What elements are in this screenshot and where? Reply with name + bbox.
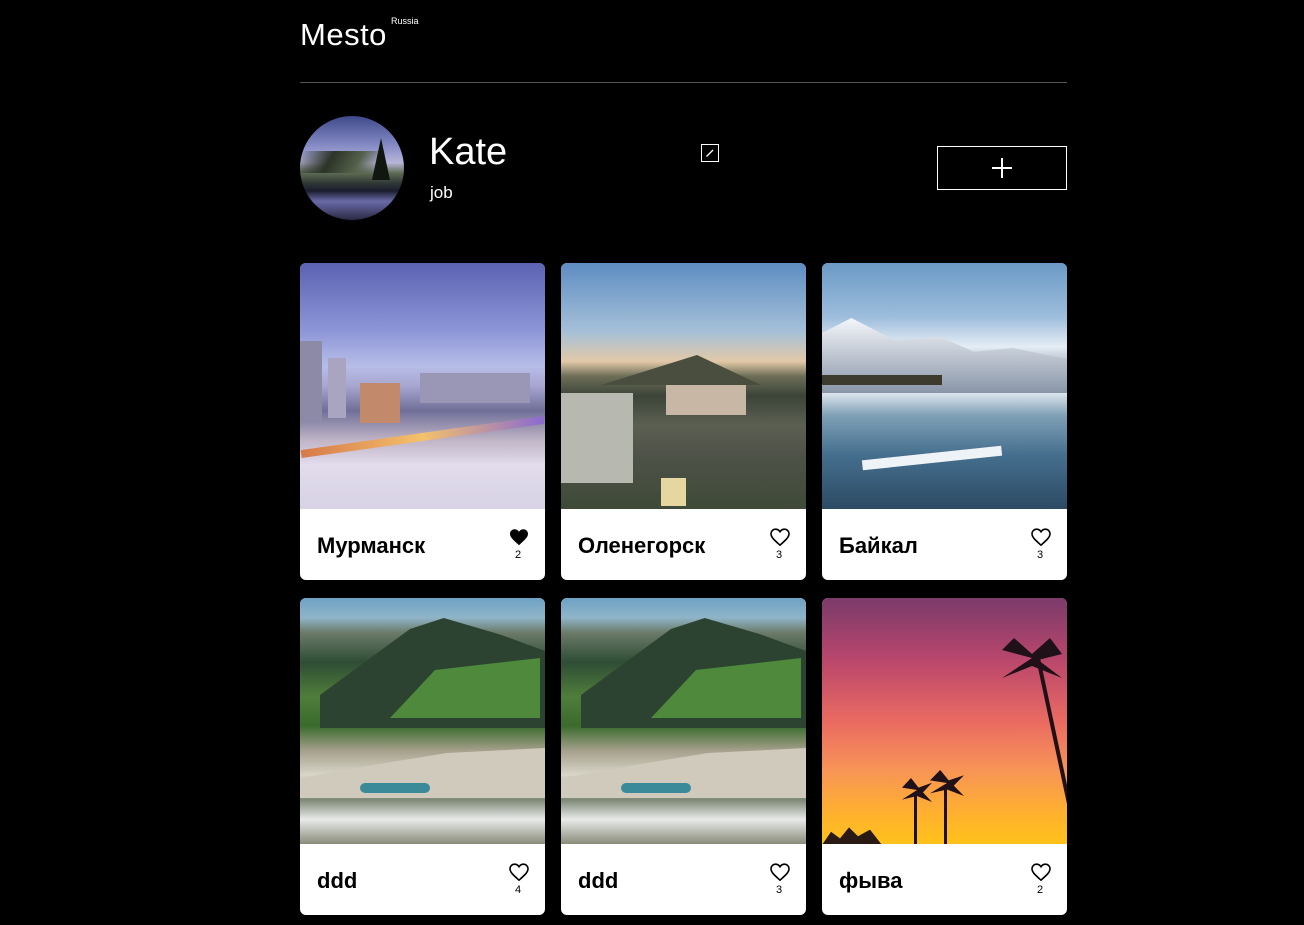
heart-icon xyxy=(770,863,790,882)
card: ddd 3 xyxy=(561,598,806,915)
scene-detail xyxy=(666,385,746,415)
card-image[interactable] xyxy=(822,598,1067,844)
like-count: 3 xyxy=(1036,549,1044,561)
card-title: ddd xyxy=(317,868,358,893)
like-group: 3 xyxy=(770,863,790,896)
like-count: 2 xyxy=(514,549,522,561)
card: Оленегорск 3 xyxy=(561,263,806,580)
like-button[interactable] xyxy=(1031,863,1051,882)
scene-detail xyxy=(300,341,322,421)
like-button[interactable] xyxy=(509,528,529,546)
scene-detail xyxy=(944,788,947,844)
edit-profile-button[interactable] xyxy=(701,144,719,162)
like-count: 3 xyxy=(775,884,783,896)
avatar-tree xyxy=(372,138,390,180)
scene-detail xyxy=(328,358,346,418)
scene-detail xyxy=(822,375,942,385)
scene-detail xyxy=(1036,657,1067,844)
scene-detail xyxy=(561,393,633,483)
plus-icon xyxy=(992,158,1012,178)
logo-region: Russia xyxy=(391,16,419,26)
scene-detail xyxy=(360,383,400,423)
like-group: 3 xyxy=(1031,528,1051,561)
heart-icon xyxy=(509,863,529,882)
card: Мурманск 2 xyxy=(300,263,545,580)
heart-icon xyxy=(1031,528,1051,547)
like-group: 2 xyxy=(1031,863,1051,896)
like-count: 2 xyxy=(1036,884,1044,896)
card-image[interactable] xyxy=(561,263,806,509)
card-image[interactable] xyxy=(300,263,545,509)
header: Mesto Russia xyxy=(300,0,1067,83)
card-title: ddd xyxy=(578,868,619,893)
heart-icon xyxy=(1031,863,1051,882)
card-title: Мурманск xyxy=(317,533,426,558)
scene-detail xyxy=(902,778,932,802)
scene-detail xyxy=(661,478,686,506)
like-button[interactable] xyxy=(509,863,529,882)
scene-detail xyxy=(930,770,964,796)
scene-detail xyxy=(914,793,917,844)
page: Mesto Russia Kate job Мурманск 2 Оленегорс… xyxy=(300,0,1067,915)
cards-grid: Мурманск 2 Оленегорск 3 Байкал 3 ddd 4 ddd 3 фыва 2 xyxy=(300,263,1067,915)
scene-detail xyxy=(861,445,1003,471)
like-button[interactable] xyxy=(770,863,790,882)
heart-icon xyxy=(510,529,528,546)
like-button[interactable] xyxy=(770,528,790,547)
like-count: 3 xyxy=(775,549,783,561)
like-count: 4 xyxy=(514,884,522,896)
avatar[interactable] xyxy=(300,116,404,220)
card-image[interactable] xyxy=(561,598,806,844)
profile: Kate job xyxy=(300,83,1067,263)
like-group: 2 xyxy=(509,528,529,561)
pencil-icon xyxy=(706,149,714,157)
scene-detail xyxy=(360,783,430,793)
card-title: Оленегорск xyxy=(578,533,706,558)
profile-job: job xyxy=(430,183,453,202)
card-image[interactable] xyxy=(822,263,1067,509)
card: Байкал 3 xyxy=(822,263,1067,580)
heart-icon xyxy=(770,528,790,547)
scene-detail xyxy=(822,827,882,844)
like-button[interactable] xyxy=(1031,528,1051,547)
profile-name: Kate xyxy=(429,131,508,173)
scene-detail xyxy=(621,783,691,793)
like-group: 4 xyxy=(509,863,529,896)
card: фыва 2 xyxy=(822,598,1067,915)
card-title: Байкал xyxy=(839,533,918,558)
scene-detail xyxy=(1002,638,1062,678)
add-card-button[interactable] xyxy=(937,146,1067,190)
logo[interactable]: Mesto xyxy=(300,17,387,53)
scene-detail xyxy=(601,355,761,385)
scene-detail xyxy=(300,415,545,459)
scene-detail xyxy=(420,373,530,403)
like-group: 3 xyxy=(770,528,790,561)
card: ddd 4 xyxy=(300,598,545,915)
card-title: фыва xyxy=(839,868,903,893)
card-image[interactable] xyxy=(300,598,545,844)
